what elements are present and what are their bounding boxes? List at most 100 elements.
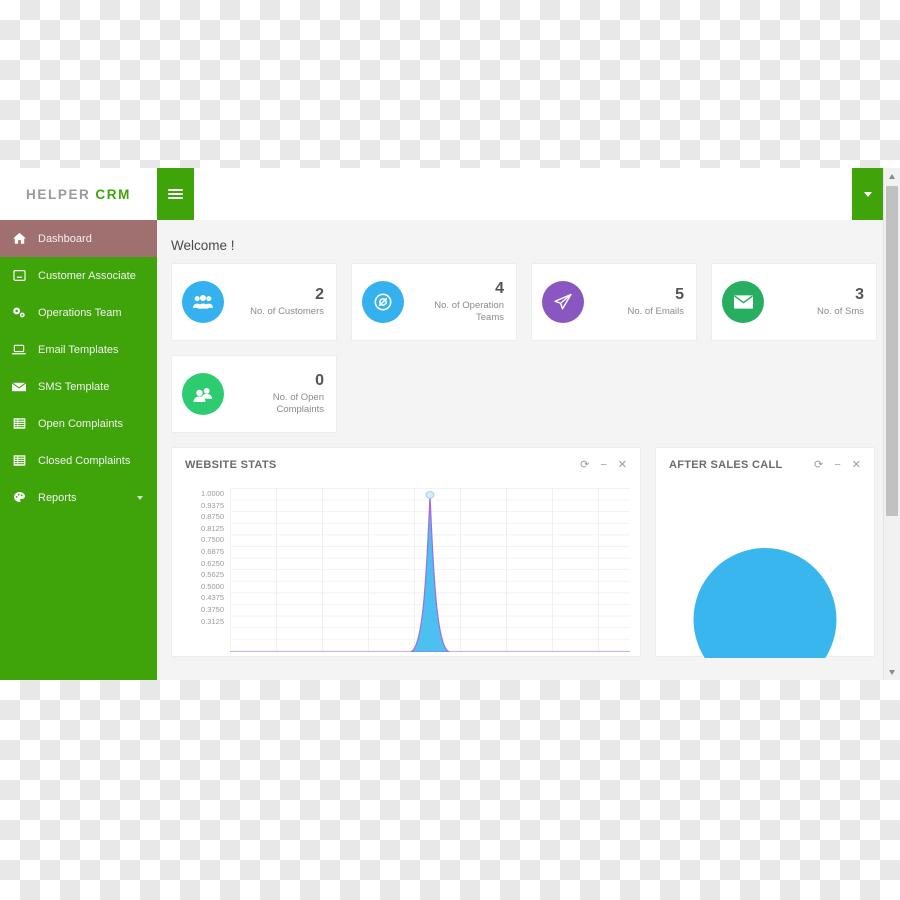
panel-tools: ⟳ − ✕ (814, 459, 861, 471)
list-icon (0, 417, 38, 430)
y-tick: 0.9375 (201, 500, 224, 510)
paper-plane-icon (542, 281, 584, 323)
sidebar-item-customer-associate[interactable]: Customer Associate (0, 257, 157, 294)
y-axis-tick-labels: 1.0000 0.9375 0.8750 0.8125 0.7500 0.687… (180, 488, 224, 627)
chevron-down-icon (889, 669, 895, 675)
stat-card-text: 4 No. of Operation Teams (404, 280, 504, 324)
y-tick: 0.6250 (201, 558, 224, 568)
list-icon (0, 454, 38, 467)
close-icon[interactable]: ✕ (852, 459, 861, 471)
panel-tools: ⟳ − ✕ (580, 459, 627, 471)
stat-label: No. of Sms (817, 306, 864, 317)
y-tick: 0.3750 (201, 604, 224, 614)
laptop-icon (0, 343, 38, 356)
users-icon (182, 281, 224, 323)
sidebar-item-reports[interactable]: Reports (0, 479, 157, 516)
website-stats-plot (230, 488, 630, 652)
scroll-up-button[interactable] (884, 168, 900, 184)
stat-card-operation-teams[interactable]: 4 No. of Operation Teams (351, 263, 517, 341)
home-icon (0, 232, 38, 245)
panel-title: AFTER SALES CALL (669, 459, 783, 471)
y-tick: 1.0000 (201, 489, 224, 498)
stat-card-text: 0 No. of Open Complaints (224, 372, 324, 416)
chart-panels-row: WEBSITE STATS ⟳ − ✕ 1.0000 0.9375 0.8750… (157, 433, 884, 658)
profile-dropdown-button[interactable] (852, 168, 884, 220)
stat-label: No. of Emails (627, 306, 685, 317)
stat-card-text: 2 No. of Customers (224, 286, 324, 318)
y-tick: 0.5000 (201, 581, 224, 591)
y-tick: 0.8750 (201, 512, 224, 522)
inbox-icon (0, 269, 38, 282)
scroll-thumb[interactable] (886, 186, 898, 516)
panel-website-stats: WEBSITE STATS ⟳ − ✕ 1.0000 0.9375 0.8750… (171, 447, 641, 657)
panel-header: AFTER SALES CALL ⟳ − ✕ (656, 448, 874, 482)
sidebar-item-label: Reports (38, 491, 77, 504)
cogs-icon (0, 306, 38, 319)
panel-header: WEBSITE STATS ⟳ − ✕ (172, 448, 640, 482)
close-icon[interactable]: ✕ (618, 459, 627, 471)
chevron-up-icon (889, 173, 895, 179)
envelope-icon (0, 381, 38, 393)
scroll-down-button[interactable] (884, 664, 900, 680)
brand-accent: CRM (95, 186, 131, 202)
refresh-icon[interactable]: ⟳ (814, 459, 823, 471)
refresh-icon[interactable]: ⟳ (580, 459, 589, 471)
y-tick: 0.6875 (201, 546, 224, 556)
vertical-scrollbar[interactable] (883, 168, 900, 680)
stat-card-text: 3 No. of Sms (764, 286, 864, 318)
stat-card-text: 5 No. of Emails (584, 286, 685, 318)
stat-value: 0 (315, 372, 324, 389)
panel-title: WEBSITE STATS (185, 459, 277, 471)
panel-after-sales-call: AFTER SALES CALL ⟳ − ✕ (655, 447, 875, 658)
stat-label: No. of Operation Teams (434, 300, 504, 323)
page-title: Welcome ! (171, 238, 235, 253)
stat-card-customers[interactable]: 2 No. of Customers (171, 263, 337, 341)
sidebar-item-label: Open Complaints (38, 417, 123, 430)
compass-icon (362, 281, 404, 323)
crm-application-window: HELPERCRM Dashboard Customer Associate (0, 168, 900, 680)
sidebar-item-operations-team[interactable]: Operations Team (0, 294, 157, 331)
stat-value: 2 (315, 286, 324, 303)
y-tick: 0.4375 (201, 593, 224, 603)
sidebar-nav: Dashboard Customer Associate Operations … (0, 220, 157, 680)
brand-logo[interactable]: HELPER CRM (0, 168, 157, 220)
chevron-down-icon (137, 495, 143, 500)
stat-value: 3 (855, 286, 864, 303)
stat-card-emails[interactable]: 5 No. of Emails (531, 263, 697, 341)
palette-icon (0, 491, 38, 504)
chevron-down-icon (864, 191, 872, 197)
hamburger-menu-button[interactable] (157, 168, 194, 220)
pie-chart-slice[interactable] (693, 548, 837, 658)
y-tick: 0.3125 (201, 616, 224, 626)
sidebar-item-label: Closed Complaints (38, 454, 131, 467)
hamburger-icon (168, 187, 183, 201)
stat-card-sms[interactable]: 3 No. of Sms (711, 263, 877, 341)
y-tick: 0.5625 (201, 570, 224, 580)
main-content: Welcome ! 2 No. of Customers 4 No. of Op… (157, 220, 884, 680)
sidebar-item-label: Operations Team (38, 306, 122, 319)
sidebar-item-dashboard[interactable]: Dashboard (0, 220, 157, 257)
stat-label: No. of Open Complaints (272, 392, 324, 415)
panel-body: 1.0000 0.9375 0.8750 0.8125 0.7500 0.687… (172, 482, 640, 658)
panel-body (656, 482, 874, 658)
user-group-icon (182, 373, 224, 415)
minimize-icon[interactable]: − (600, 459, 606, 471)
stat-label: No. of Customers (250, 306, 324, 317)
sidebar-item-label: Email Templates (38, 343, 119, 356)
sidebar-item-email-templates[interactable]: Email Templates (0, 331, 157, 368)
sidebar-item-label: SMS Template (38, 380, 110, 393)
y-tick: 0.7500 (201, 535, 224, 545)
y-tick: 0.8125 (201, 523, 224, 533)
sidebar-item-open-complaints[interactable]: Open Complaints (0, 405, 157, 442)
top-bar: HELPER CRM (0, 168, 884, 220)
sidebar-item-sms-template[interactable]: SMS Template (0, 368, 157, 405)
envelope-icon (722, 281, 764, 323)
sidebar-item-closed-complaints[interactable]: Closed Complaints (0, 442, 157, 479)
brand-primary: HELPER (26, 186, 91, 202)
sidebar-item-label: Customer Associate (38, 269, 136, 282)
stat-value: 5 (675, 286, 684, 303)
data-point-marker (425, 491, 435, 499)
minimize-icon[interactable]: − (834, 459, 840, 471)
stat-value: 4 (495, 280, 504, 297)
stat-card-open-complaints[interactable]: 0 No. of Open Complaints (171, 355, 337, 433)
